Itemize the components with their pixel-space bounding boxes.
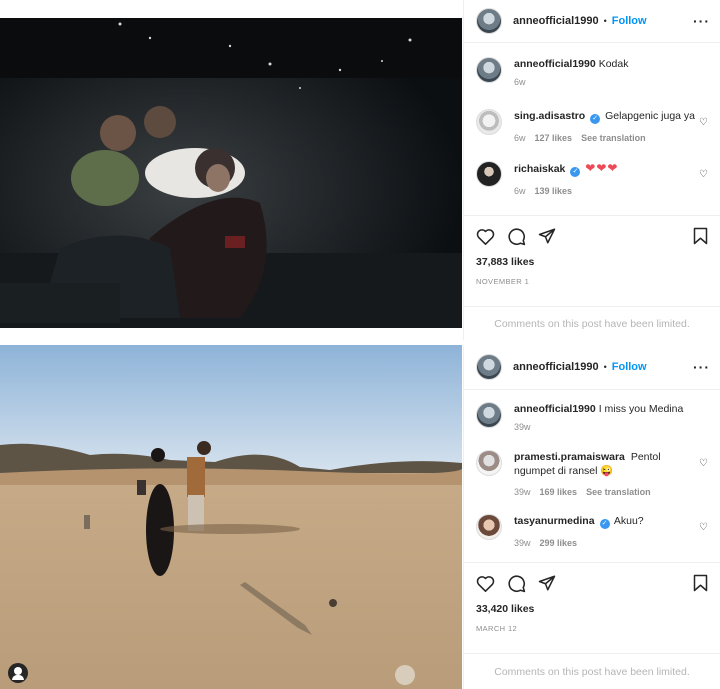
- comments-list[interactable]: anneofficial1990 I miss you Medina 39w pr…: [464, 390, 720, 562]
- header-username[interactable]: anneofficial1990: [513, 15, 599, 27]
- comment-time: 6w: [514, 186, 526, 196]
- desert-photo: [0, 345, 462, 689]
- comment-likes[interactable]: 169 likes: [540, 485, 578, 499]
- comment-time: 6w: [514, 133, 526, 143]
- heart-icon[interactable]: ♡: [699, 117, 708, 128]
- comments-limited-notice: Comments on this post have been limited.: [464, 306, 720, 340]
- heart-icon[interactable]: [476, 228, 495, 245]
- bookmark-icon[interactable]: [693, 574, 708, 592]
- share-icon[interactable]: [538, 227, 556, 245]
- comment-username[interactable]: tasyanurmedina: [514, 515, 595, 527]
- more-icon[interactable]: ···: [693, 359, 710, 375]
- comment-likes[interactable]: 127 likes: [535, 131, 573, 145]
- comment-username[interactable]: richaiskak: [514, 163, 565, 175]
- comment-likes[interactable]: 299 likes: [540, 536, 578, 550]
- post-actions: 37,883 likes NOVEMBER 1: [464, 215, 720, 306]
- heart-icon[interactable]: ♡: [699, 522, 708, 533]
- post-1-panel: anneofficial1990 • Follow ··· anneoffici…: [463, 0, 720, 340]
- heart-icon[interactable]: ♡: [699, 169, 708, 180]
- verified-icon: ✓: [570, 167, 581, 177]
- avatar[interactable]: [476, 354, 502, 380]
- comment-time: 39w: [514, 487, 531, 497]
- comment-text: Gelapgenic juga ya: [605, 110, 696, 122]
- bookmark-icon[interactable]: [693, 227, 708, 245]
- avatar[interactable]: [476, 514, 502, 540]
- post-1: anneofficial1990 • Follow ··· anneoffici…: [0, 0, 720, 340]
- caption-username[interactable]: anneofficial1990: [514, 403, 596, 415]
- see-translation-link[interactable]: See translation: [581, 131, 646, 145]
- heart-icon[interactable]: [476, 575, 495, 592]
- see-translation-link[interactable]: See translation: [586, 485, 651, 499]
- comment-row: sing.adisastro ✓ Gelapgenic juga ya 6w 12…: [476, 109, 708, 161]
- comment-row: richaiskak ✓ ❤❤❤ 6w 139 likes ♡: [476, 161, 708, 213]
- comment-username[interactable]: sing.adisastro: [514, 110, 585, 122]
- avatar[interactable]: [476, 109, 502, 135]
- likes-count[interactable]: 33,420 likes: [476, 603, 708, 615]
- profile-avatar-icon[interactable]: [8, 663, 28, 683]
- comment-text: ❤❤❤: [585, 161, 619, 175]
- comment-text: Akuu?: [613, 515, 644, 527]
- dark-group-photo: [0, 18, 462, 328]
- likes-count[interactable]: 37,883 likes: [476, 256, 708, 268]
- caption: anneofficial1990 Kodak 6w: [476, 57, 708, 109]
- header-username[interactable]: anneofficial1990: [513, 361, 599, 373]
- heart-icon[interactable]: ♡: [699, 458, 708, 469]
- follow-button[interactable]: Follow: [612, 15, 647, 27]
- caption-time: 6w: [514, 77, 526, 87]
- comment-icon[interactable]: [507, 227, 526, 246]
- comments-list[interactable]: anneofficial1990 Kodak 6w sing.adisastro ✓…: [464, 43, 720, 215]
- post-date: NOVEMBER 1: [476, 277, 530, 286]
- post-header: anneofficial1990 • Follow ···: [464, 345, 720, 390]
- post-header: anneofficial1990 • Follow ···: [464, 0, 720, 43]
- caption-text: I miss you Medina: [598, 403, 684, 415]
- separator: •: [603, 16, 607, 26]
- comments-limited-notice: Comments on this post have been limited.: [464, 653, 720, 689]
- verified-icon: ✓: [599, 519, 610, 529]
- avatar[interactable]: [476, 450, 502, 476]
- avatar[interactable]: [476, 402, 502, 428]
- post-2-photo[interactable]: [0, 345, 462, 689]
- post-actions: 33,420 likes MARCH 12: [464, 562, 720, 653]
- more-icon[interactable]: ···: [693, 13, 710, 29]
- caption-text: Kodak: [598, 58, 629, 70]
- comment-row: pramesti.pramaiswara Pentol ngumpet di r…: [476, 450, 708, 514]
- follow-button[interactable]: Follow: [612, 361, 647, 373]
- avatar[interactable]: [476, 8, 502, 34]
- comment-likes[interactable]: 139 likes: [535, 184, 573, 198]
- caption-username[interactable]: anneofficial1990: [514, 58, 596, 70]
- comment-time: 39w: [514, 538, 531, 548]
- post-date: MARCH 12: [476, 624, 518, 633]
- comment-row: tasyanurmedina ✓ Akuu? 39w 299 likes ♡: [476, 514, 708, 560]
- post-2-panel: anneofficial1990 • Follow ··· anneoffici…: [463, 345, 720, 689]
- post-1-photo[interactable]: [0, 18, 462, 328]
- caption-time: 39w: [514, 422, 531, 432]
- post-2: anneofficial1990 • Follow ··· anneoffici…: [0, 345, 720, 689]
- separator: •: [603, 362, 607, 372]
- share-icon[interactable]: [538, 574, 556, 592]
- avatar[interactable]: [476, 161, 502, 187]
- comment-icon[interactable]: [507, 574, 526, 593]
- verified-icon: ✓: [590, 114, 601, 124]
- comment-username[interactable]: pramesti.pramaiswara: [514, 451, 625, 463]
- avatar[interactable]: [476, 57, 502, 83]
- caption: anneofficial1990 I miss you Medina 39w: [476, 402, 708, 450]
